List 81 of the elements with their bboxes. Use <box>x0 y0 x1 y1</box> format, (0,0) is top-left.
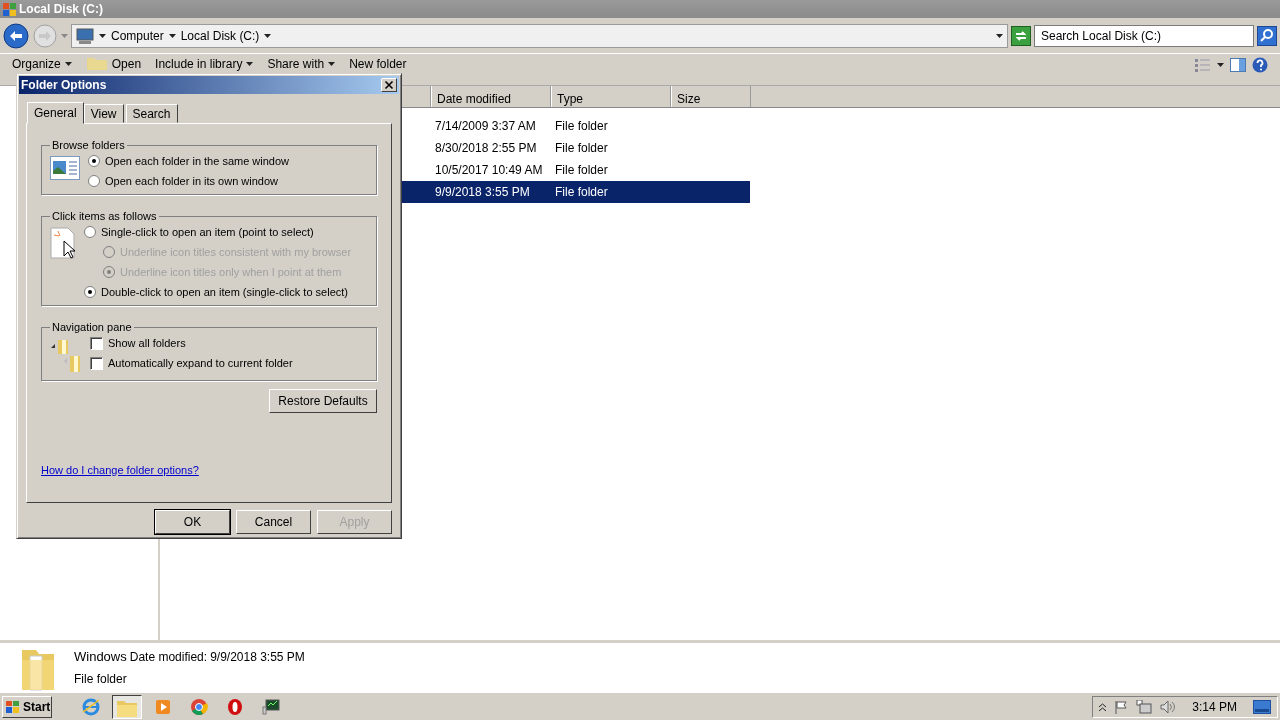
checkbox[interactable] <box>90 336 103 350</box>
monitor-icon <box>262 697 280 716</box>
date-label: Date modified: <box>129 649 208 667</box>
restore-defaults-button[interactable]: Restore Defaults <box>269 389 377 413</box>
type-cell-text: File folder <box>554 162 609 179</box>
date-cell-text: 8/30/2018 2:55 PM <box>434 140 538 157</box>
network-icon[interactable] <box>1136 699 1153 714</box>
browser-icon <box>190 697 208 716</box>
group-title: Click items as follows <box>51 209 158 223</box>
tab[interactable]: Search <box>125 104 178 123</box>
help-icon[interactable] <box>1252 57 1268 73</box>
dialog-title: Folder Options <box>21 77 107 94</box>
date-cell-text: 9/9/2018 3:55 PM <box>434 184 531 201</box>
checkbox[interactable] <box>90 356 103 370</box>
group-title: Browse folders <box>51 138 126 152</box>
folder-tree-icon <box>50 338 82 374</box>
breadcrumb-item[interactable]: Local Disk (C:) <box>180 26 260 45</box>
date-value: 9/9/2018 3:55 PM <box>210 649 305 667</box>
radio-button[interactable] <box>88 155 100 167</box>
caret-icon[interactable] <box>1217 63 1224 67</box>
refresh-button[interactable] <box>1011 25 1031 46</box>
column-header[interactable]: Date modified <box>431 86 551 107</box>
type-cell-text: File folder <box>554 184 609 201</box>
option-label: Open each folder in the same window <box>105 154 290 168</box>
group-title: Navigation pane <box>51 320 133 334</box>
column-header[interactable]: Type <box>551 86 671 107</box>
toolbar-button[interactable]: Organize <box>12 57 72 71</box>
type-cell-text: File folder <box>554 140 609 157</box>
caret-icon[interactable] <box>264 33 272 38</box>
show-desktop-icon[interactable] <box>1253 699 1271 714</box>
opera-icon <box>226 697 244 716</box>
option-label: Single-click to open an item (point to select) <box>101 225 314 239</box>
document-cursor-icon <box>50 227 76 261</box>
caret-icon[interactable] <box>168 33 176 38</box>
windows-logo-icon <box>5 699 21 714</box>
date-cell-text: 10/5/2017 10:49 AM <box>434 162 544 179</box>
browser-icon <box>82 697 100 716</box>
tab[interactable]: General <box>27 102 84 124</box>
flag-icon[interactable] <box>1114 699 1129 714</box>
window-icon <box>50 156 80 180</box>
caret-icon[interactable] <box>996 33 1003 38</box>
folder-icon <box>85 57 108 71</box>
caret-icon[interactable] <box>328 62 336 66</box>
option-label: Double-click to open an item (single-click to select) <box>101 285 348 299</box>
dialog-button[interactable]: OK <box>155 510 230 534</box>
radio-button[interactable] <box>88 175 100 187</box>
clock[interactable]: 3:14 PM <box>1192 697 1237 716</box>
start-button[interactable]: Start <box>2 695 52 718</box>
computer-icon <box>76 26 94 45</box>
back-button[interactable] <box>3 22 29 49</box>
type-cell-text: File folder <box>554 118 609 135</box>
checkbox-label: Automatically expand to current folder <box>108 356 293 370</box>
caret-icon[interactable] <box>246 62 254 66</box>
column-header[interactable]: Size <box>671 86 751 107</box>
help-link[interactable]: How do I change folder options? <box>41 463 199 476</box>
caret-icon[interactable] <box>99 33 106 38</box>
toolbar-button[interactable]: Share with <box>267 57 336 71</box>
address-bar[interactable]: Computer Local Disk (C:) <box>71 23 1008 48</box>
toolbar-button[interactable]: New folder <box>349 57 407 71</box>
toolbar-button[interactable]: Open <box>85 57 142 71</box>
checkbox-label: Show all folders <box>108 336 186 350</box>
window-title: Local Disk (C:) <box>19 1 103 18</box>
preview-pane-icon[interactable] <box>1230 58 1246 72</box>
caret-icon[interactable] <box>64 62 72 66</box>
close-button[interactable] <box>381 78 397 92</box>
tab[interactable]: View <box>83 104 124 123</box>
windows-logo-icon <box>2 2 16 16</box>
date-cell-text: 7/14/2009 3:37 AM <box>434 118 537 135</box>
breadcrumb-item[interactable]: Computer <box>111 26 164 45</box>
search-field[interactable]: Search Local Disk (C:) <box>1034 24 1254 47</box>
chevron-up-icon[interactable] <box>1099 702 1107 711</box>
media-player-icon <box>154 697 172 716</box>
toolbar-button[interactable]: Include in library <box>155 57 254 71</box>
file-type: File folder <box>74 670 128 688</box>
speaker-icon[interactable] <box>1160 699 1177 714</box>
radio-button[interactable] <box>84 286 96 298</box>
taskbar-button[interactable] <box>112 694 142 719</box>
search-button[interactable] <box>1257 25 1277 46</box>
file-name: Windows <box>74 648 127 667</box>
radio-button[interactable] <box>84 226 96 238</box>
dialog-button[interactable]: Cancel <box>236 510 311 534</box>
